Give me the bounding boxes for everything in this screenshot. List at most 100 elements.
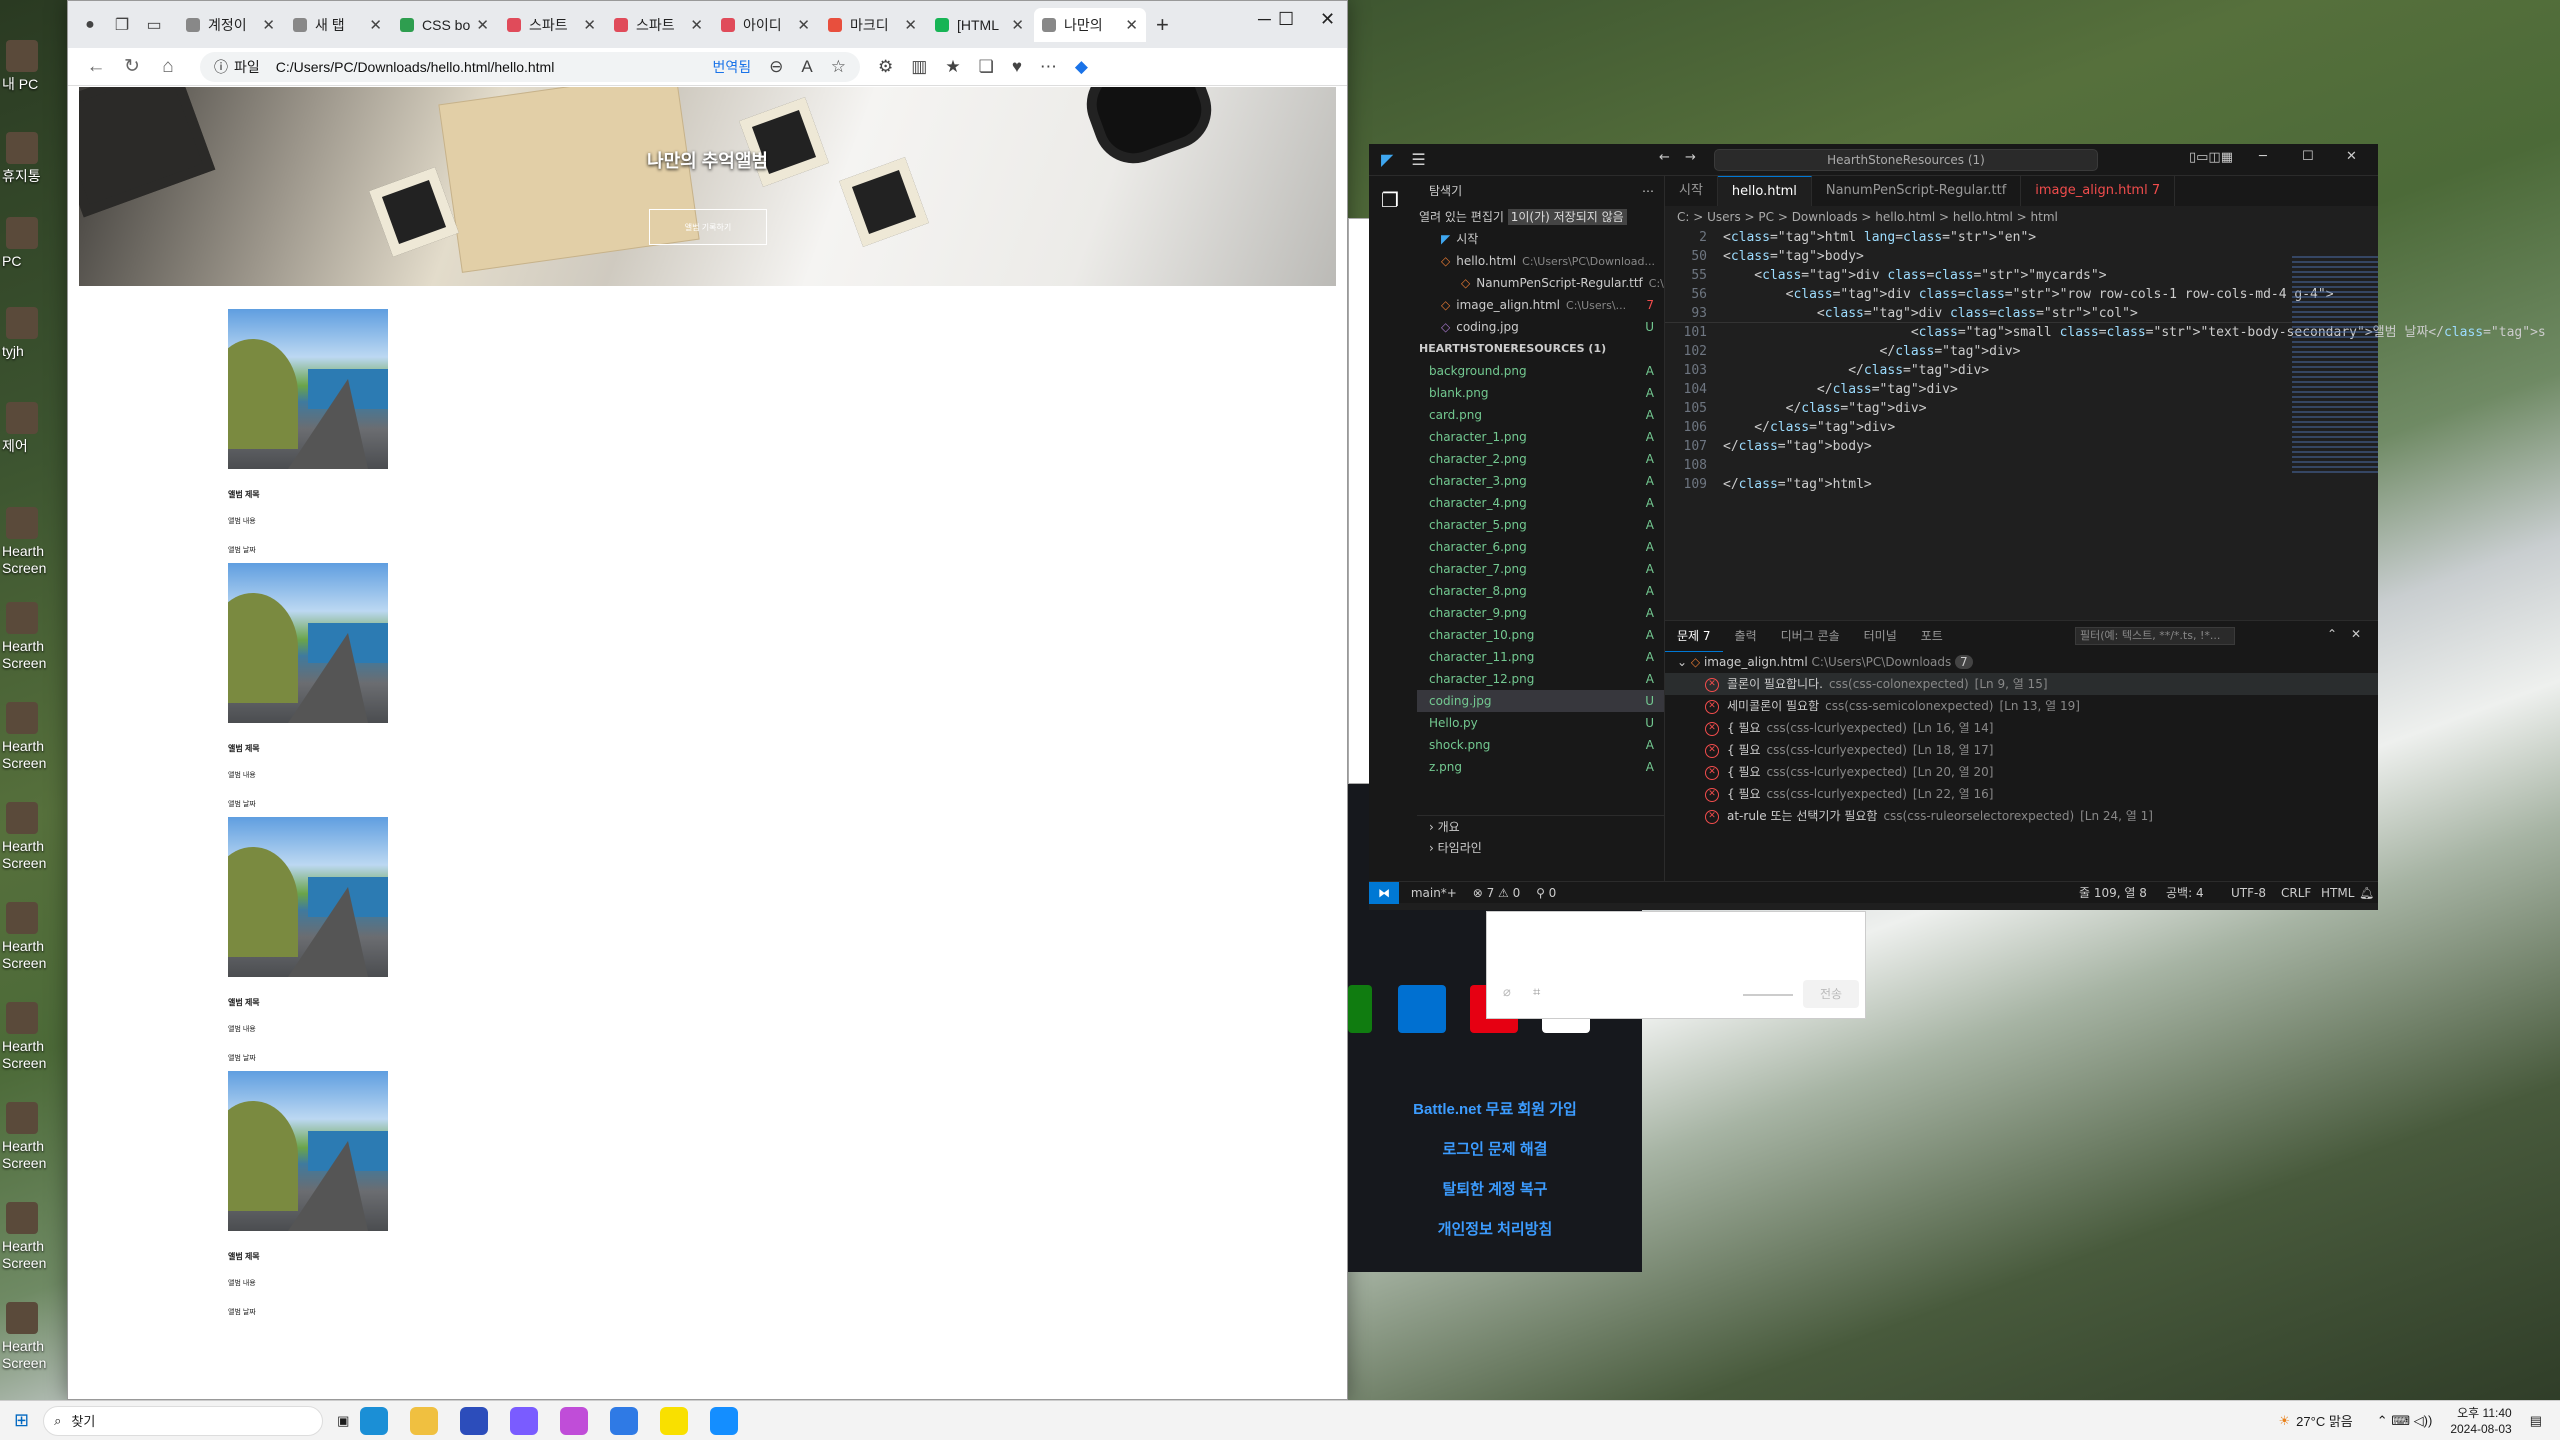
browser-tab[interactable]: 스파트 ✕ [606,8,711,42]
file-item[interactable]: shock.png A [1417,734,1664,756]
url-text[interactable]: C:/Users/PC/Downloads/hello.html/hello.h… [276,59,555,75]
panel-tab[interactable]: 문제 7 [1665,621,1723,652]
file-item[interactable]: coding.jpg U [1417,690,1664,712]
file-item[interactable]: z.png A [1417,756,1664,778]
tray-icons[interactable]: ⌃ ⌨ ◁)) [2377,1413,2433,1429]
clock[interactable]: 오후 11:40 2024-08-03 [2450,1405,2511,1437]
url-field[interactable]: ⓘ 파일 C:/Users/PC/Downloads/hello.html/he… [200,51,860,82]
problem-file-row[interactable]: ⌄ ◇ image_align.html C:\Users\PC\Downloa… [1665,651,2378,673]
translate-label[interactable]: 번역됨 [713,57,752,77]
browser-tab[interactable]: 스파트 ✕ [499,8,604,42]
desktop-icon[interactable]: Hearth Screen [2,505,46,595]
weather-label[interactable]: 27°C 맑음 [2296,1411,2353,1430]
split-screen-icon[interactable]: ▥ [911,57,927,77]
code-line[interactable]: 103 </class="tag">div> [1665,361,2378,380]
file-item[interactable]: character_7.png A [1417,558,1664,580]
tab-close-icon[interactable]: ✕ [797,16,810,34]
start-icon[interactable]: ⊞ [14,1410,29,1431]
problem-row[interactable]: ✕{ 필요 css(css-lcurlyexpected) [Ln 22, 열 16… [1665,783,2378,805]
desktop-icon[interactable]: Hearth Screen [2,900,46,990]
code-lines[interactable]: 2 <class="tag">html lang=class="str">"en"… [1665,228,2546,494]
file-item[interactable]: Hello.py U [1417,712,1664,734]
forward-arrow-icon[interactable]: → [1685,150,1696,165]
close-window-button[interactable]: ✕ [1320,9,1335,30]
file-item[interactable]: character_8.png A [1417,580,1664,602]
workspaces-icon[interactable]: ❐ [106,9,138,41]
folder-header[interactable]: HEARTHSTONERESOURCES (1) [1417,338,1664,360]
code-line[interactable]: 105 </class="tag">div> [1665,399,2378,418]
code-line[interactable]: 104 </class="tag">div> [1665,380,2378,399]
open-editor-item[interactable]: ◤ 시작 [1417,228,1664,250]
tab-close-icon[interactable]: ✕ [262,16,275,34]
file-item[interactable]: character_5.png A [1417,514,1664,536]
panel-tab[interactable]: 출력 [1723,621,1769,651]
tab-actions-icon[interactable]: ▭ [138,9,170,41]
kakaotalk-icon[interactable] [660,1406,689,1435]
panel-tab[interactable]: 터미널 [1852,621,1909,651]
problem-row[interactable]: ✕ at-rule 또는 선택기가 필요함 css(css-ruleorselect… [1665,805,2378,827]
tab-close-icon[interactable]: ✕ [690,16,703,34]
file-item[interactable]: character_12.png A [1417,668,1664,690]
send-button[interactable]: 전송 [1803,980,1859,1008]
menu-icon[interactable]: ☰ [1411,150,1425,169]
remote-icon[interactable]: ⧓ [1369,882,1399,904]
editor-tab[interactable]: hello.html [1717,176,1812,206]
file-item[interactable]: character_4.png A [1417,492,1664,514]
browser-tab[interactable]: 아이디 ✕ [713,8,818,42]
editor-tab[interactable]: 시작 [1665,176,1718,206]
cursor-position[interactable]: 줄 109, 열 8 [2079,882,2147,904]
attach-icon[interactable]: ⌀ [1503,984,1511,1000]
panel-collapse-icon[interactable]: ⌃ [2327,627,2337,641]
file-item[interactable]: character_10.png A [1417,624,1664,646]
code-line[interactable]: 108 [1665,456,2378,475]
file-explorer-icon[interactable] [410,1406,439,1435]
desktop-icon[interactable]: Hearth Screen [2,700,46,790]
slider[interactable] [1743,994,1793,996]
open-editor-item[interactable]: ◇ coding.jpg U [1417,316,1664,338]
battlenet-link[interactable]: Battle.net 무료 회원 가입 [1348,1098,1642,1119]
desktop-icon[interactable]: PC [2,215,42,305]
tab-close-icon[interactable]: ✕ [1011,16,1024,34]
minimize-button[interactable]: ─ [1258,9,1271,30]
more-menu-icon[interactable]: ⋯ [1040,57,1057,77]
app-icon[interactable] [510,1406,539,1435]
maximize-button[interactable]: ☐ [2302,149,2314,164]
open-editors-header[interactable]: 열려 있는 편집기 1이(가) 저장되지 않음 [1417,206,1664,228]
tab-close-icon[interactable]: ✕ [1125,16,1138,34]
weather-icon[interactable]: ☀ [2279,1413,2291,1429]
new-tab-button[interactable]: + [1156,12,1169,38]
code-line[interactable]: 56 <class="tag">div class=class="str">"r… [1665,285,2378,304]
browser-tab[interactable]: 나만의 ✕ [1034,7,1146,42]
file-item[interactable]: character_6.png A [1417,536,1664,558]
browser-tab[interactable]: CSS bo ✕ [392,8,497,42]
open-editor-item[interactable]: ◇ hello.html C:\Users\PC\Download... [1417,250,1664,272]
file-item[interactable]: character_3.png A [1417,470,1664,492]
panel-close-icon[interactable]: ✕ [2351,627,2361,641]
hero-button[interactable]: 앨범 기록하기 [649,209,767,245]
vscode-taskbar-icon[interactable] [610,1406,639,1435]
xbox-icon[interactable] [1348,985,1372,1033]
battlenet-link[interactable]: 개인정보 처리방침 [1348,1218,1642,1239]
desktop-icon[interactable]: Hearth Screen [2,1100,46,1190]
extensions-icon[interactable]: ⚙ [878,57,893,77]
problem-row[interactable]: ✕ 세미콜론이 필요함 css(css-semicolonexpected) [Ln … [1665,695,2378,717]
battlenet-link[interactable]: 로그인 문제 해결 [1348,1138,1642,1159]
browser-tab[interactable]: [HTML ✕ [927,8,1032,42]
back-icon[interactable]: ← [78,56,114,78]
zoom-icon[interactable]: ⊖ [769,57,783,77]
code-line[interactable]: 102 </class="tag">div> [1665,342,2378,361]
search-box[interactable]: ⌕ 찾기 [43,1405,324,1436]
code-line[interactable]: 93 <class="tag">div class=class="str">"c… [1665,304,2378,323]
file-item[interactable]: background.png A [1417,360,1664,382]
command-search[interactable]: HearthStoneResources (1) [1714,149,2098,171]
outline-section[interactable]: › 개요 [1417,815,1664,837]
explorer-icon[interactable]: ❐ [1381,188,1399,212]
problem-row[interactable]: ✕{ 필요 css(css-lcurlyexpected) [Ln 16, 열 14… [1665,717,2378,739]
desktop-icon[interactable]: Hearth Screen [2,1300,46,1390]
chat-app-icon[interactable] [560,1406,589,1435]
timeline-section[interactable]: › 타임라인 [1417,837,1664,859]
layout-toggle-icon[interactable]: ▯▭◫▦ [2189,150,2233,165]
filter-input[interactable]: 필터(예: 텍스트, **/*.ts, !*... [2075,627,2235,645]
info-icon[interactable]: ⓘ [214,57,228,77]
browser-tab[interactable]: 마크디 ✕ [820,8,925,42]
